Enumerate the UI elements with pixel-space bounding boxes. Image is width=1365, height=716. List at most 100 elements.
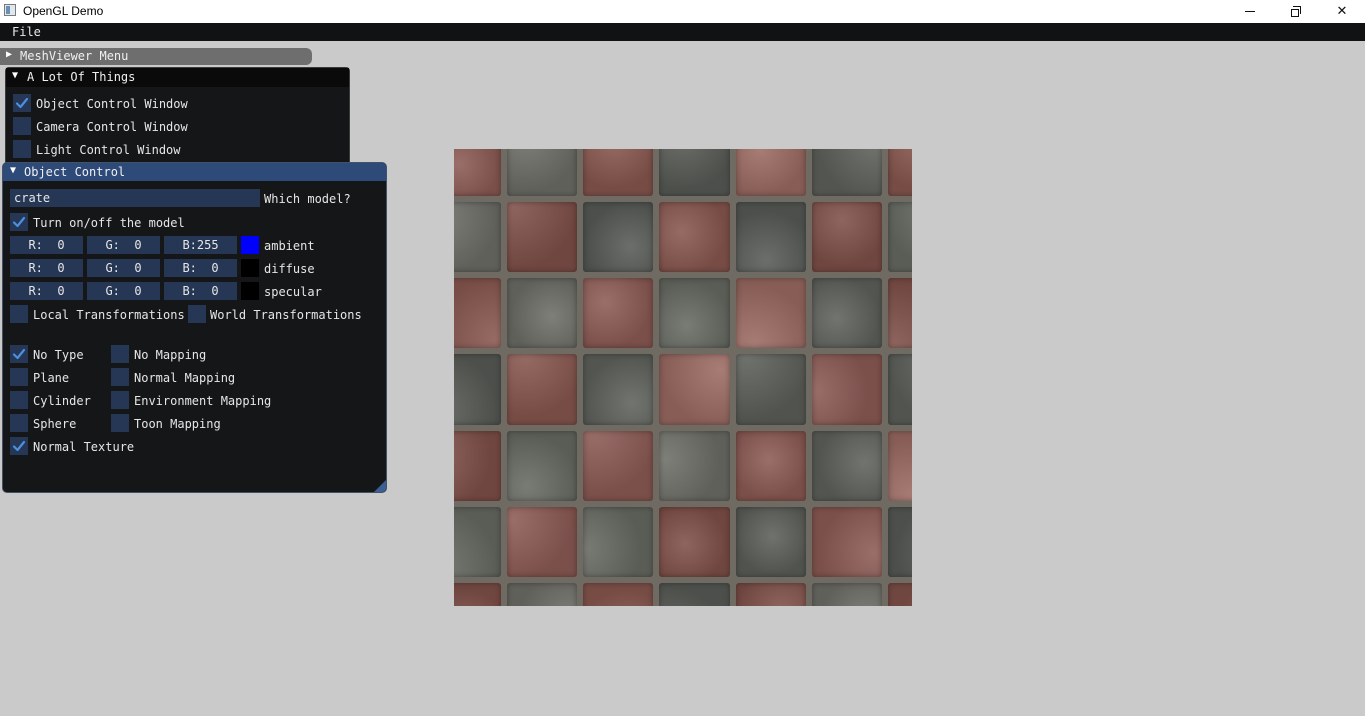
paving-brick — [582, 149, 654, 196]
specular-r-field[interactable]: R: 0 — [10, 282, 83, 300]
plane-checkbox[interactable] — [10, 368, 28, 386]
paving-brick — [506, 277, 577, 349]
no-mapping-checkbox[interactable] — [111, 345, 129, 363]
expanded-arrow-icon: ▼ — [12, 70, 19, 81]
paving-brick — [811, 201, 883, 272]
minimize-button[interactable] — [1227, 0, 1273, 23]
paving-brick — [888, 583, 912, 606]
app-window-icon — [4, 4, 16, 16]
paving-brick — [888, 277, 912, 349]
world-transformations-label: World Transformations — [210, 308, 362, 322]
checkmark-icon — [15, 97, 29, 109]
paving-brick — [582, 201, 654, 272]
ambient-b-field[interactable]: B:255 — [164, 236, 237, 254]
no-type-checkbox[interactable] — [10, 345, 28, 363]
diffuse-color-swatch[interactable] — [241, 259, 259, 277]
close-button[interactable]: ✕ — [1319, 0, 1365, 23]
normal-mapping-label: Normal Mapping — [134, 371, 236, 385]
minimize-icon — [1245, 11, 1255, 12]
maximize-button[interactable] — [1273, 0, 1319, 23]
specular-color-swatch[interactable] — [241, 282, 259, 300]
paving-brick — [454, 583, 501, 606]
window-title: OpenGL Demo — [23, 4, 104, 18]
brick-paving-texture — [454, 149, 912, 606]
paving-brick — [888, 506, 912, 578]
local-transformations-checkbox[interactable] — [10, 305, 28, 323]
model-name-input[interactable] — [10, 189, 260, 207]
paving-brick — [582, 354, 654, 425]
world-transformations-checkbox[interactable] — [188, 305, 206, 323]
diffuse-g-field[interactable]: G: 0 — [87, 259, 160, 277]
object-control-title-bar[interactable]: ▼ Object Control — [3, 163, 386, 181]
paving-brick — [811, 277, 883, 349]
paving-brick — [811, 583, 883, 606]
light-control-window-checkbox[interactable] — [13, 140, 31, 158]
a-lot-of-things-window: ▼ A Lot Of Things Object Control Window … — [5, 67, 350, 177]
paving-brick — [454, 506, 501, 578]
paving-brick — [735, 354, 806, 425]
cylinder-checkbox[interactable] — [10, 391, 28, 409]
ambient-g-field[interactable]: G: 0 — [87, 236, 160, 254]
paving-brick — [506, 201, 577, 272]
toon-mapping-checkbox[interactable] — [111, 414, 129, 432]
menu-file[interactable]: File — [12, 25, 41, 39]
paving-brick — [888, 201, 912, 272]
no-type-label: No Type — [33, 348, 84, 362]
paving-brick — [454, 149, 501, 196]
paving-brick — [811, 354, 883, 425]
restore-icon — [1291, 5, 1301, 17]
object-control-window: ▼ Object Control Which model? Turn on/of… — [2, 162, 387, 493]
environment-mapping-label: Environment Mapping — [134, 394, 272, 408]
environment-mapping-checkbox[interactable] — [111, 391, 129, 409]
paving-brick — [659, 583, 730, 606]
meshviewer-menu-header[interactable]: ▶ MeshViewer Menu — [0, 48, 312, 65]
paving-brick — [659, 201, 730, 272]
diffuse-label: diffuse — [264, 262, 315, 276]
paving-brick — [454, 201, 501, 272]
paving-brick — [888, 149, 912, 196]
paving-brick — [454, 430, 501, 501]
ambient-color-swatch[interactable] — [241, 236, 259, 254]
ambient-label: ambient — [264, 239, 315, 253]
object-control-window-label: Object Control Window — [36, 97, 188, 111]
camera-control-window-checkbox[interactable] — [13, 117, 31, 135]
turn-on-model-label: Turn on/off the model — [33, 216, 185, 230]
diffuse-r-field[interactable]: R: 0 — [10, 259, 83, 277]
paving-brick — [888, 354, 912, 425]
object-control-window-checkbox[interactable] — [13, 94, 31, 112]
which-model-label: Which model? — [264, 192, 351, 206]
paving-brick — [888, 430, 912, 501]
paving-brick — [659, 277, 730, 349]
paving-brick — [659, 430, 730, 501]
menu-bar: File — [0, 23, 1365, 41]
normal-mapping-checkbox[interactable] — [111, 368, 129, 386]
paving-brick — [454, 277, 501, 349]
paving-brick — [582, 506, 654, 578]
specular-g-field[interactable]: G: 0 — [87, 282, 160, 300]
sphere-checkbox[interactable] — [10, 414, 28, 432]
paving-brick — [659, 506, 730, 578]
meshviewer-menu-title: MeshViewer Menu — [20, 49, 129, 63]
paving-brick — [811, 506, 883, 578]
local-transformations-label: Local Transformations — [33, 308, 185, 322]
things-window-title-bar[interactable]: ▼ A Lot Of Things — [6, 68, 349, 87]
paving-brick — [735, 506, 806, 578]
ambient-r-field[interactable]: R: 0 — [10, 236, 83, 254]
specular-b-field[interactable]: B: 0 — [164, 282, 237, 300]
paving-brick — [735, 583, 806, 606]
checkmark-icon — [12, 348, 26, 360]
window-title-bar[interactable]: OpenGL Demo ✕ — [0, 0, 1365, 23]
camera-control-window-label: Camera Control Window — [36, 120, 188, 134]
normal-texture-checkbox[interactable] — [10, 437, 28, 455]
paving-brick — [506, 354, 577, 425]
paving-brick — [659, 354, 730, 425]
paving-brick — [735, 149, 806, 196]
expanded-arrow-icon: ▼ — [10, 165, 17, 176]
checkmark-icon — [12, 216, 26, 228]
plane-label: Plane — [33, 371, 70, 385]
turn-on-model-checkbox[interactable] — [10, 213, 28, 231]
normal-texture-label: Normal Texture — [33, 440, 135, 454]
resize-grip-icon[interactable] — [374, 480, 386, 492]
close-icon: ✕ — [1336, 4, 1348, 19]
diffuse-b-field[interactable]: B: 0 — [164, 259, 237, 277]
